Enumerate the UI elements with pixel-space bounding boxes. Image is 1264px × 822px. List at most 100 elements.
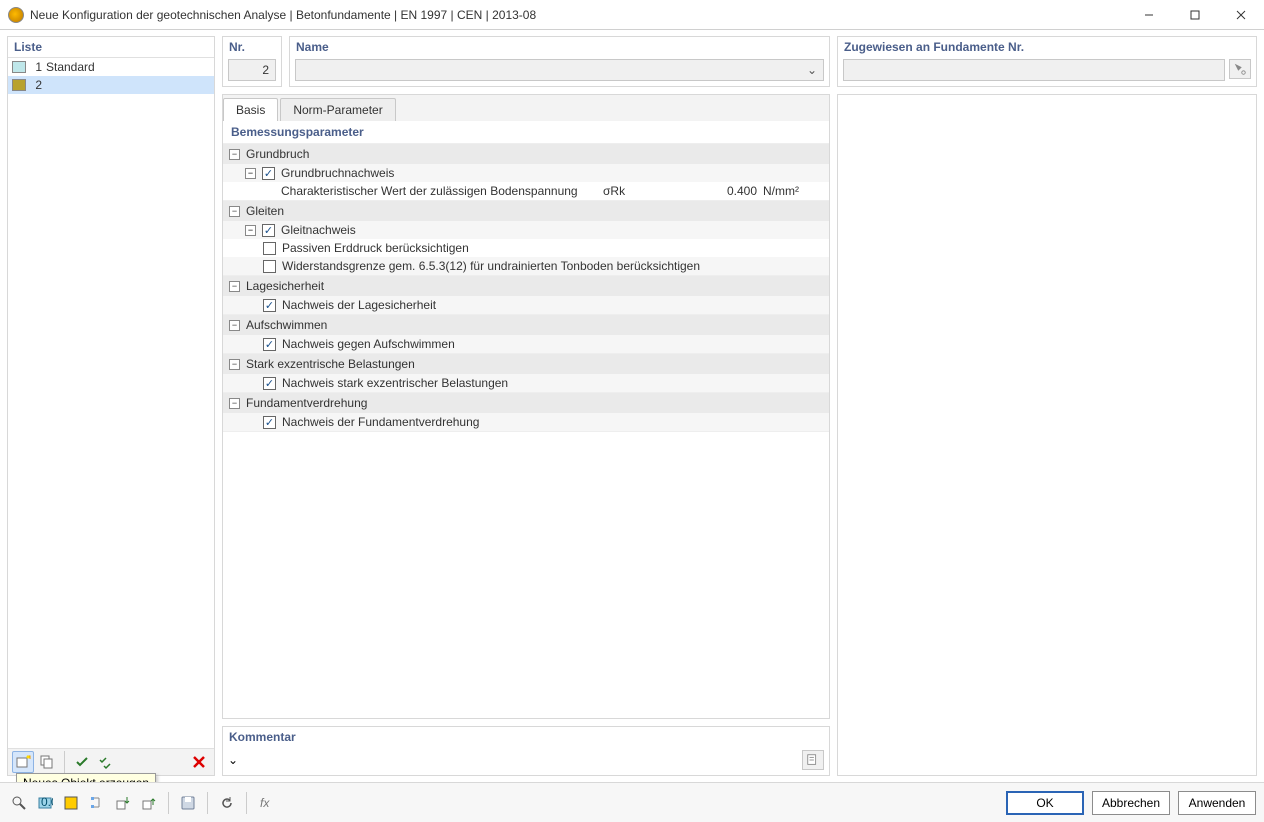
group-header[interactable]: −Aufschwimmen — [223, 315, 829, 335]
apply-button[interactable]: Anwenden — [1178, 791, 1256, 815]
units-icon[interactable]: 0.00 — [34, 792, 56, 814]
maximize-button[interactable] — [1172, 0, 1218, 30]
param-row: Nachweis der Lagesicherheit — [223, 296, 829, 314]
check-item-button[interactable] — [71, 751, 93, 773]
collapse-icon[interactable]: − — [229, 281, 240, 292]
checkbox[interactable] — [263, 338, 276, 351]
separator — [246, 792, 247, 814]
ok-button[interactable]: OK — [1006, 791, 1084, 815]
collapse-icon[interactable]: − — [229, 320, 240, 331]
param-desc: Charakteristischer Wert der zulässigen B… — [281, 184, 603, 198]
parameters-panel: Basis Norm-Parameter Bemessungsparameter… — [222, 94, 830, 719]
param-row: Nachweis stark exzentrischer Belastungen — [223, 374, 829, 392]
list-item[interactable]: 2 — [8, 76, 214, 94]
export-icon[interactable] — [138, 792, 160, 814]
tab-bar: Basis Norm-Parameter — [223, 95, 829, 121]
param-label: Nachweis der Lagesicherheit — [282, 298, 436, 312]
param-label: Gleitnachweis — [281, 223, 356, 237]
group-title: Grundbruch — [246, 147, 309, 161]
zoom-icon[interactable] — [8, 792, 30, 814]
tab-norm-parameter[interactable]: Norm-Parameter — [280, 98, 395, 121]
list-header: Liste — [8, 37, 214, 58]
assigned-input[interactable] — [843, 59, 1225, 81]
separator — [207, 792, 208, 814]
collapse-icon[interactable]: − — [229, 359, 240, 370]
pick-in-model-button[interactable] — [1229, 59, 1251, 79]
param-group: −Lagesicherheit Nachweis der Lagesicherhe… — [223, 276, 829, 315]
param-label: Grundbruchnachweis — [281, 166, 394, 180]
checkbox[interactable] — [263, 299, 276, 312]
collapse-icon[interactable]: − — [229, 206, 240, 217]
name-input[interactable]: ⌄ — [295, 59, 824, 81]
comment-label: Kommentar — [223, 727, 829, 747]
tree-icon[interactable] — [86, 792, 108, 814]
import-icon[interactable] — [112, 792, 134, 814]
checkbox[interactable] — [262, 224, 275, 237]
param-label: Nachweis stark exzentrischer Belastungen — [282, 376, 508, 390]
param-value[interactable]: 0.400 — [683, 184, 763, 198]
config-list[interactable]: 1 Standard 2 — [8, 58, 214, 748]
list-swatch — [12, 61, 26, 73]
comment-input[interactable]: ⌄ — [228, 753, 794, 767]
copy-item-button[interactable] — [36, 751, 58, 773]
collapse-icon[interactable]: − — [245, 168, 256, 179]
group-header[interactable]: −Fundamentverdrehung — [223, 393, 829, 413]
chevron-down-icon[interactable]: ⌄ — [807, 63, 817, 77]
group-title: Gleiten — [246, 204, 284, 218]
svg-text:fx: fx — [260, 796, 270, 810]
checkbox[interactable] — [263, 377, 276, 390]
nr-input[interactable]: 2 — [228, 59, 276, 81]
new-item-button[interactable] — [12, 751, 34, 773]
param-unit: N/mm² — [763, 184, 823, 198]
comment-panel: Kommentar ⌄ — [222, 726, 830, 776]
param-group: −Grundbruch−GrundbruchnachweisCharakteri… — [223, 144, 829, 201]
footer-toolbar: 0.00 fx — [8, 792, 277, 814]
checkbox[interactable] — [262, 167, 275, 180]
close-button[interactable] — [1218, 0, 1264, 30]
collapse-icon[interactable]: − — [229, 149, 240, 160]
param-group: −Aufschwimmen Nachweis gegen Aufschwimmen — [223, 315, 829, 354]
color-icon[interactable] — [60, 792, 82, 814]
checkbox[interactable] — [263, 416, 276, 429]
comment-library-button[interactable] — [802, 750, 824, 770]
chevron-down-icon[interactable]: ⌄ — [228, 753, 238, 767]
group-header[interactable]: −Stark exzentrische Belastungen — [223, 354, 829, 374]
list-toolbar: Neues Objekt erzeugen — [8, 748, 214, 775]
name-label: Name — [290, 37, 829, 57]
reset-icon[interactable] — [216, 792, 238, 814]
param-label: Nachweis gegen Aufschwimmen — [282, 337, 455, 351]
param-row: − Grundbruchnachweis — [223, 164, 829, 182]
list-item-name: Standard — [46, 60, 95, 74]
param-label: Widerstandsgrenze gem. 6.5.3(12) für und… — [282, 259, 700, 273]
footer: 0.00 fx OK Abbrechen Anwenden — [0, 782, 1264, 822]
param-row: Passiven Erddruck berücksichtigen — [223, 239, 829, 257]
group-title: Aufschwimmen — [246, 318, 327, 332]
collapse-icon[interactable]: − — [229, 398, 240, 409]
group-title: Fundamentverdrehung — [246, 396, 367, 410]
tab-basis[interactable]: Basis — [223, 98, 278, 121]
delete-item-button[interactable] — [188, 751, 210, 773]
list-item[interactable]: 1 Standard — [8, 58, 214, 76]
list-item-num: 1 — [30, 60, 42, 74]
checkbox[interactable] — [263, 260, 276, 273]
param-symbol: σRk — [603, 184, 683, 198]
param-label: Nachweis der Fundamentverdrehung — [282, 415, 479, 429]
preview-pane — [837, 94, 1257, 776]
assigned-field: Zugewiesen an Fundamente Nr. — [837, 36, 1257, 87]
group-header[interactable]: −Lagesicherheit — [223, 276, 829, 296]
check-all-button[interactable] — [95, 751, 117, 773]
cancel-button[interactable]: Abbrechen — [1092, 791, 1170, 815]
parameters-header: Bemessungsparameter — [223, 121, 829, 144]
group-header[interactable]: −Grundbruch — [223, 144, 829, 164]
function-icon[interactable]: fx — [255, 792, 277, 814]
name-field: Name ⌄ — [289, 36, 830, 87]
param-label: Passiven Erddruck berücksichtigen — [282, 241, 469, 255]
param-group: −Gleiten−GleitnachweisPassiven Erddruck … — [223, 201, 829, 276]
list-item-num: 2 — [30, 78, 42, 92]
save-default-icon[interactable] — [177, 792, 199, 814]
group-header[interactable]: −Gleiten — [223, 201, 829, 221]
minimize-button[interactable] — [1126, 0, 1172, 30]
collapse-icon[interactable]: − — [245, 225, 256, 236]
checkbox[interactable] — [263, 242, 276, 255]
param-group: −Fundamentverdrehung Nachweis der Fundame… — [223, 393, 829, 432]
